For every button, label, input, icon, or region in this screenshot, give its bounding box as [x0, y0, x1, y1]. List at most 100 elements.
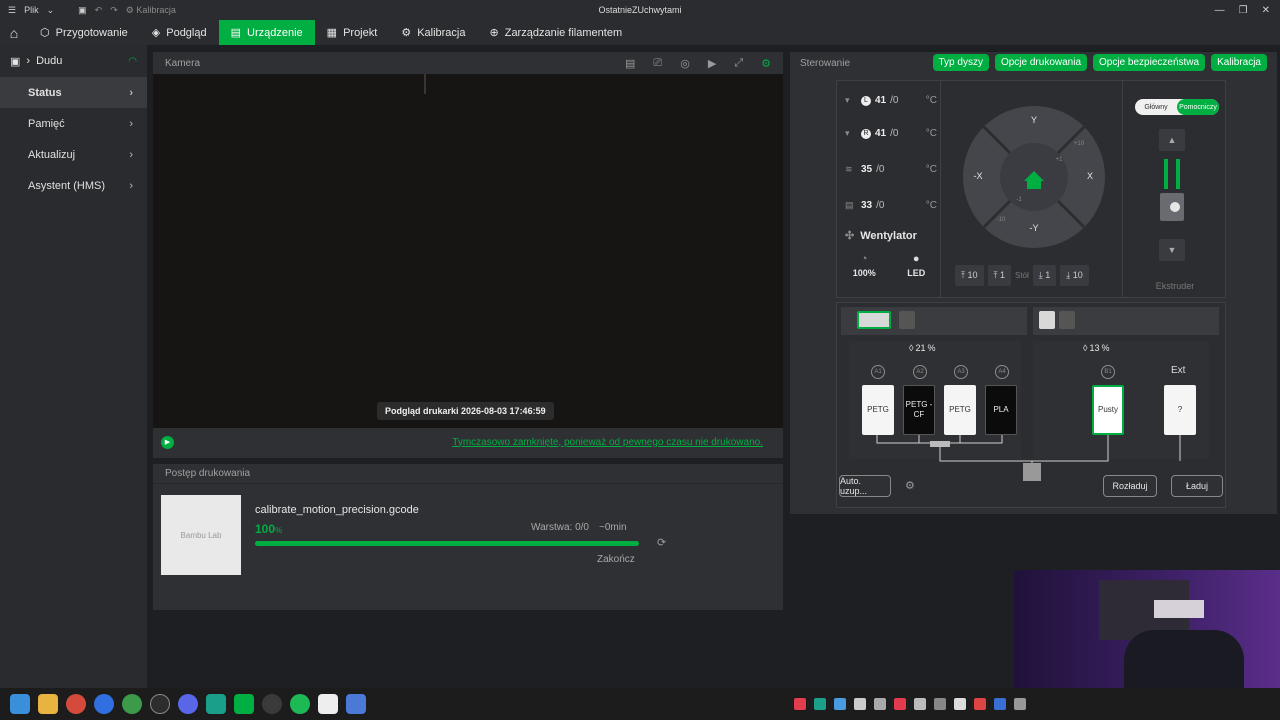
- redo-icon[interactable]: ↷: [110, 5, 118, 16]
- tray-icon[interactable]: [994, 698, 1006, 710]
- tab-preview[interactable]: ◈ Podgląd: [140, 20, 219, 45]
- tray-icon[interactable]: [1014, 698, 1026, 710]
- bed-down-1-button[interactable]: ⤓ 1: [1032, 265, 1057, 286]
- tray-icon[interactable]: [934, 698, 946, 710]
- extruder-switch[interactable]: Główny Pomocniczy: [1135, 99, 1219, 115]
- slot-a3-icon[interactable]: A3: [954, 365, 968, 379]
- spool-a3[interactable]: PETG: [944, 385, 976, 435]
- left-nozzle-temp[interactable]: ▾ L 41/0 °C: [845, 95, 937, 106]
- camera-status-link[interactable]: Tymczasowo zamknięte, ponieważ od pewneg…: [452, 437, 763, 448]
- ams-tab-1[interactable]: [841, 307, 1027, 335]
- sidebar-item-storage[interactable]: Pamięć ›: [0, 108, 147, 139]
- video-icon[interactable]: ▶: [708, 57, 716, 70]
- tab-prepare[interactable]: ⬡ Przygotowanie: [28, 20, 140, 45]
- camera-title: Kamera: [165, 57, 201, 69]
- unload-button[interactable]: Rozładuj: [1103, 475, 1157, 497]
- timelapse-icon[interactable]: ◎: [680, 57, 690, 70]
- jog-pad[interactable]: Y -Y X -X +10 +1 -1 -10: [962, 105, 1106, 249]
- sidebar-item-hms[interactable]: Asystent (HMS) ›: [0, 170, 147, 201]
- jog-x-minus: -X: [974, 171, 983, 181]
- slot-a1-icon[interactable]: A1: [871, 365, 885, 379]
- ams-single-icon: [899, 311, 915, 329]
- fullscreen-icon[interactable]: ⤢: [734, 57, 743, 70]
- restore-icon[interactable]: ❐: [1239, 5, 1248, 16]
- slot-a2-icon[interactable]: A2: [913, 365, 927, 379]
- speed-control[interactable]: ◔ 100%: [853, 253, 876, 278]
- extrude-down-button[interactable]: ▼: [1159, 239, 1185, 261]
- save-icon[interactable]: ▣: [78, 5, 87, 16]
- safety-options-button[interactable]: Opcje bezpieczeństwa: [1093, 54, 1206, 71]
- chamber-temp[interactable]: ▤ 33/0 °C: [845, 200, 937, 211]
- spotify-icon[interactable]: [290, 694, 310, 714]
- auto-refill-button[interactable]: Auto. uzup...: [839, 475, 891, 497]
- sidebar-item-update[interactable]: Aktualizuj ›: [0, 139, 147, 170]
- bed-down-10-button[interactable]: ⤓ 10: [1060, 265, 1089, 286]
- sd-card-icon[interactable]: ▤: [625, 57, 635, 70]
- tray-icon[interactable]: [894, 698, 906, 710]
- extruder-aux-option[interactable]: Pomocniczy: [1177, 99, 1219, 115]
- recording-icon[interactable]: ⎚: [653, 57, 662, 70]
- discord-icon[interactable]: [178, 694, 198, 714]
- print-options-button[interactable]: Opcje drukowania: [994, 54, 1088, 71]
- spool-a4[interactable]: PLA: [985, 385, 1017, 435]
- led-toggle[interactable]: ● LED: [907, 253, 925, 278]
- camera-panel: Kamera ▤ ⎚ ◎ ▶ ⤢ ⚙ Podgląd drukarki 2026…: [153, 52, 783, 458]
- play-button[interactable]: ▶: [161, 435, 174, 449]
- slot-a4-icon[interactable]: A4: [995, 365, 1009, 379]
- start-icon[interactable]: [10, 694, 30, 714]
- chrome-icon[interactable]: [66, 694, 86, 714]
- settings-icon[interactable]: ⚙: [761, 57, 771, 70]
- right-nozzle-temp[interactable]: ▾ R 41/0 °C: [845, 128, 937, 139]
- capcut-icon[interactable]: [318, 694, 338, 714]
- spool-external[interactable]: ?: [1164, 385, 1196, 435]
- extruder-main-option[interactable]: Główny: [1135, 99, 1177, 115]
- tray-icon[interactable]: [914, 698, 926, 710]
- spool-a2[interactable]: PETG -CF: [903, 385, 935, 435]
- close-icon[interactable]: ✕: [1262, 5, 1270, 16]
- app-c-icon[interactable]: [150, 694, 170, 714]
- load-button[interactable]: Ładuj: [1171, 475, 1223, 497]
- printer-selector[interactable]: ▣ › Dudu ◠: [0, 45, 147, 77]
- spool-a1[interactable]: PETG: [862, 385, 894, 435]
- ams-tab-2[interactable]: [1033, 307, 1219, 335]
- file-menu[interactable]: Plik: [24, 5, 39, 15]
- bed-up-1-button[interactable]: ⤒ 1: [987, 265, 1011, 286]
- tray-icon[interactable]: [794, 698, 806, 710]
- undo-icon[interactable]: ↶: [95, 5, 103, 16]
- tray-icon[interactable]: [974, 698, 986, 710]
- calibration-button[interactable]: Kalibracja: [1211, 54, 1267, 71]
- tray-icon[interactable]: [834, 698, 846, 710]
- tray-icon[interactable]: [874, 698, 886, 710]
- tray-icon[interactable]: [954, 698, 966, 710]
- tab-calibration[interactable]: ⚙ Kalibracja: [389, 20, 477, 45]
- refresh-icon[interactable]: ⟳: [657, 536, 666, 549]
- nozzle-type-button[interactable]: Typ dyszy: [932, 54, 989, 71]
- bed-up-10-button[interactable]: ⤒ 10: [955, 265, 984, 286]
- ams-settings-icon[interactable]: ⚙: [905, 479, 915, 492]
- model-thumbnail: Bambu Lab: [161, 495, 241, 575]
- app-icon[interactable]: [346, 694, 366, 714]
- slot-b1-icon[interactable]: B1: [1101, 365, 1115, 379]
- plus-circle-icon: ⊕: [489, 27, 499, 39]
- tab-project[interactable]: ▦ Projekt: [315, 20, 390, 45]
- sidebar-item-status[interactable]: Status ›: [0, 77, 147, 108]
- tab-filament[interactable]: ⊕ Zarządzanie filamentem: [478, 20, 635, 45]
- tray-icon[interactable]: [854, 698, 866, 710]
- tray-icon[interactable]: [814, 698, 826, 710]
- tab-device[interactable]: ▤ Urządzenie: [218, 20, 315, 45]
- extrude-up-button[interactable]: ▲: [1159, 129, 1185, 151]
- obs-icon[interactable]: [262, 694, 282, 714]
- chevron-down-icon[interactable]: ⌄: [47, 5, 55, 16]
- browser-icon[interactable]: [122, 694, 142, 714]
- menu-icon[interactable]: ☰: [8, 5, 16, 16]
- home-icon[interactable]: ⌂: [0, 20, 28, 45]
- spool-b1[interactable]: Pusty: [1092, 385, 1124, 435]
- audio-icon[interactable]: [206, 694, 226, 714]
- print-progress-panel: Postęp drukowania Bambu Lab calibrate_mo…: [153, 464, 783, 610]
- facebook-icon[interactable]: [94, 694, 114, 714]
- bambu-studio-icon[interactable]: [234, 694, 254, 714]
- bed-temp[interactable]: ≋ 35/0 °C: [845, 164, 937, 175]
- fan-control[interactable]: ✣ Wentylator: [845, 229, 917, 243]
- folder-icon[interactable]: [38, 694, 58, 714]
- minimize-icon[interactable]: —: [1215, 5, 1225, 16]
